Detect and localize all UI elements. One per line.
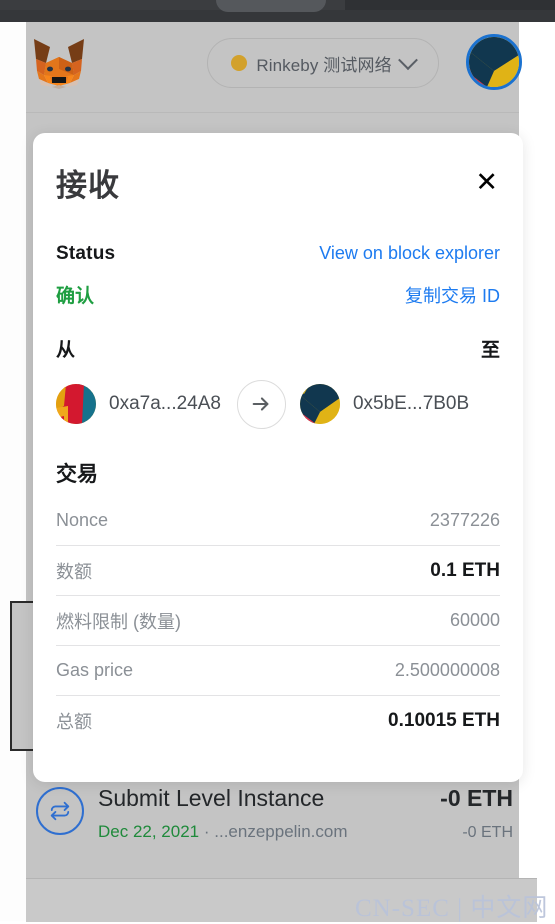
network-selector[interactable]: Rinkeby 测试网络	[207, 38, 439, 88]
from-to-labels: 从 至	[56, 335, 500, 362]
from-to-row: 0xa7a...24A8 0x5bE...7B0B	[56, 376, 500, 432]
sender-avatar	[56, 384, 96, 424]
detail-row: 总额 0.10015 ETH	[56, 696, 500, 745]
detail-value: 0.1 ETH	[430, 559, 500, 581]
transaction-site: ...enzeppelin.com	[214, 822, 348, 841]
detail-row: Gas price 2.500000008	[56, 646, 500, 696]
network-label: Rinkeby 测试网络	[256, 55, 392, 75]
detail-value: 60000	[449, 610, 500, 630]
app-header: Rinkeby 测试网络	[26, 30, 522, 112]
detail-key: 总额	[56, 711, 92, 732]
copy-transaction-id-link[interactable]: 复制交易 ID	[405, 282, 500, 308]
detail-key: 数额	[56, 561, 92, 582]
page-left-gutter	[0, 22, 26, 921]
transaction-separator: ·	[199, 822, 215, 841]
detail-row: Nonce 2377226	[56, 496, 500, 546]
status-header-row: Status View on block explorer	[56, 243, 500, 265]
detail-key: Gas price	[56, 660, 134, 680]
detail-key: 燃料限制 (数量)	[56, 611, 181, 632]
transaction-date: Dec 22, 2021	[98, 822, 200, 841]
transaction-amount: -0 ETH	[440, 785, 513, 811]
metamask-fox-logo	[28, 33, 90, 91]
modal-title: 接收	[56, 167, 120, 203]
transaction-list-item[interactable]: Submit Level Instance Dec 22, 2021 · ...…	[26, 782, 519, 878]
transaction-section-title: 交易	[56, 463, 98, 486]
close-icon[interactable]: ✕	[473, 165, 500, 200]
transaction-amount-secondary: -0 ETH	[462, 824, 513, 841]
status-label: Status	[56, 243, 116, 264]
view-on-block-explorer-link[interactable]: View on block explorer	[319, 243, 500, 264]
chevron-down-icon	[397, 50, 418, 71]
detail-row: 燃料限制 (数量) 60000	[56, 596, 500, 646]
status-badge: 确认	[56, 286, 95, 307]
modal-titlebar: 接收 ✕	[56, 133, 500, 231]
status-value-row: 确认 复制交易 ID	[56, 281, 500, 308]
detail-row: 数额 0.1 ETH	[56, 546, 500, 596]
to-label: 至	[480, 340, 500, 361]
sender-party[interactable]: 0xa7a...24A8	[56, 384, 221, 424]
network-status-dot	[231, 55, 248, 71]
detail-key: Nonce	[56, 510, 109, 530]
page-right-gutter	[519, 22, 555, 900]
swap-icon	[36, 787, 84, 835]
transaction-subtitle: Dec 22, 2021 · ...enzeppelin.com	[98, 822, 348, 842]
detail-value: 2.500000008	[394, 660, 500, 680]
recipient-address: 0x5bE...7B0B	[352, 393, 470, 414]
transaction-detail-modal: 接收 ✕ Status View on block explorer 确认 复制…	[33, 133, 523, 782]
header-divider	[26, 112, 519, 113]
transaction-details-list: Nonce 2377226 数额 0.1 ETH 燃料限制 (数量) 60000…	[56, 496, 500, 745]
account-avatar[interactable]	[466, 34, 522, 90]
from-label: 从	[56, 340, 76, 361]
detail-value: 0.10015 ETH	[388, 709, 500, 731]
browser-tab-right	[345, 0, 555, 10]
transaction-title: Submit Level Instance	[98, 785, 325, 811]
detail-value: 2377226	[429, 510, 500, 530]
browser-tab-notch	[216, 0, 326, 12]
recipient-avatar	[299, 384, 340, 424]
browser-chrome	[0, 0, 555, 22]
recipient-party[interactable]: 0x5bE...7B0B	[299, 384, 470, 424]
sender-address: 0xa7a...24A8	[109, 393, 221, 414]
watermark: CN-SEC | 中文网	[355, 895, 549, 922]
arrow-right-icon	[236, 379, 286, 429]
